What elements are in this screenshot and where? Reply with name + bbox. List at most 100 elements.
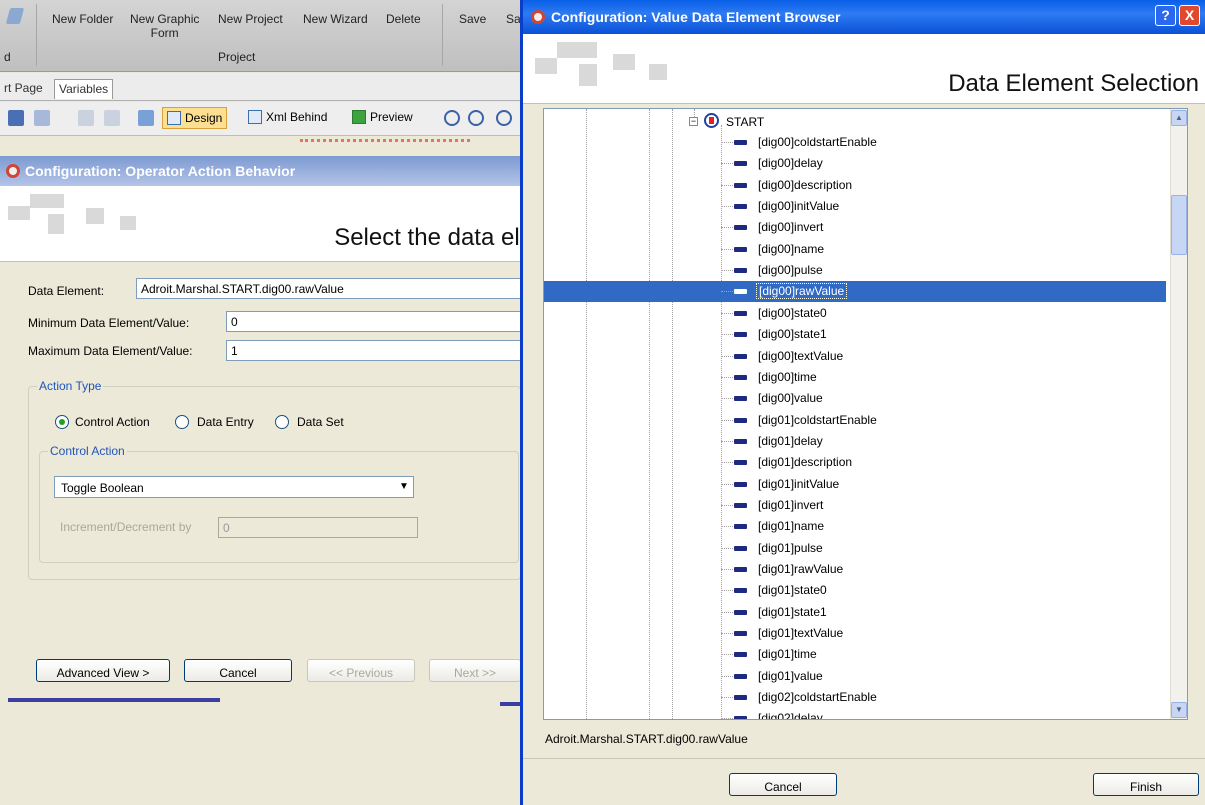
control-action-radio[interactable] [55,415,69,429]
tab-variables[interactable]: Variables [54,79,114,99]
tree-item-label: [dig00]time [758,369,817,384]
tree-item[interactable]: [dig00]state0 [544,303,1166,324]
operator-dialog-title: Configuration: Operator Action Behavior [25,163,296,179]
data-set-radio[interactable] [275,415,289,429]
tree-item[interactable]: [dig01]delay [544,431,1166,452]
property-icon [734,588,747,594]
operator-dialog-banner: Select the data ele [0,186,533,262]
tree-item[interactable]: [dig01]pulse [544,538,1166,559]
tree-item[interactable]: [dig01]description [544,452,1166,473]
preview-button[interactable]: Preview [348,107,417,129]
design-icon [167,111,181,125]
tree-item[interactable]: [dig02]delay [544,708,1166,719]
tree-item[interactable]: [dig00]pulse [544,260,1166,281]
save-cut-button[interactable]: Sa [506,12,521,26]
tree-item-label: [dig01]initValue [758,476,840,491]
grid-icon[interactable] [104,110,120,126]
cancel-button[interactable]: Cancel [184,659,292,682]
close-button[interactable]: X [1179,5,1200,26]
property-icon [734,695,747,701]
banner-decor [649,64,667,80]
save-button[interactable]: Save [459,12,486,26]
design-button[interactable]: Design [162,107,228,129]
ribbon: d New Folder New Graphic Form New Projec… [0,0,521,72]
graphic-icon[interactable] [138,110,154,126]
tab-start-page[interactable]: rt Page [0,79,47,99]
tree-item[interactable]: [dig01]initValue [544,474,1166,495]
property-icon [734,161,747,167]
tree-item-label: [dig01]pulse [758,540,823,555]
tree-item[interactable]: [dig01]rawValue [544,559,1166,580]
scroll-down-icon[interactable]: ▼ [1171,702,1187,718]
control-action-select[interactable]: Toggle Boolean ▼ [54,476,414,498]
tree-item[interactable]: [dig00]time [544,367,1166,388]
control-action-legend: Control Action [48,444,127,458]
tree-item[interactable]: [dig00]value [544,388,1166,409]
data-element-tree[interactable]: − START [dig00]coldstartEnable [dig00]del… [543,108,1188,720]
tree-item[interactable]: [dig01]value [544,666,1166,687]
zoom-icon[interactable] [496,110,512,126]
tree-connector [721,483,733,485]
help-button[interactable]: ? [1155,5,1176,26]
tree-connector [721,355,733,357]
new-graphic-form-button[interactable]: New Graphic Form [130,12,199,40]
xml-behind-button[interactable]: Xml Behind [244,107,331,129]
tree-connector [721,206,733,208]
tree-scrollbar[interactable]: ▲ ▼ [1170,109,1187,719]
tree-item[interactable]: [dig01]name [544,516,1166,537]
tree-item-label: [dig01]name [758,519,825,534]
operator-action-dialog: Configuration: Operator Action Behavior … [0,156,533,805]
browser-cancel-button[interactable]: Cancel [729,773,837,796]
data-element-field[interactable]: Adroit.Marshal.START.dig00.rawValue [136,278,521,299]
next-button[interactable]: Next >> [429,659,521,682]
pointer-icon[interactable] [34,110,50,126]
data-element-browser-dialog: Configuration: Value Data Element Browse… [520,0,1205,805]
control-action-radio-label: Control Action [75,415,150,429]
status-divider [8,698,220,702]
property-icon [734,438,747,444]
tree-item[interactable]: [dig01]textValue [544,623,1166,644]
max-value-label: Maximum Data Element/Value: [28,344,193,358]
tree-connector [721,675,733,677]
browser-dialog-title: Configuration: Value Data Element Browse… [551,9,841,25]
finish-button[interactable]: Finish [1093,773,1199,796]
tree-item[interactable]: [dig00]description [544,175,1166,196]
zoom-in-icon[interactable] [444,110,460,126]
zoom-out-icon[interactable] [468,110,484,126]
tree-item[interactable]: [dig00]delay [544,153,1166,174]
delete-button[interactable]: Delete [386,12,421,26]
min-value-field[interactable]: 0 [226,311,521,332]
align-icon[interactable] [78,110,94,126]
collapse-icon[interactable]: − [689,117,698,126]
new-project-button[interactable]: New Project [218,12,283,26]
scroll-thumb[interactable] [1171,195,1187,255]
advanced-view-button[interactable]: Advanced View > [36,659,170,682]
tree-item[interactable]: [dig00]state1 [544,324,1166,345]
max-value-field[interactable]: 1 [226,340,521,361]
tree-item[interactable]: [dig01]time [544,644,1166,665]
tree-item[interactable]: [dig01]state0 [544,580,1166,601]
data-entry-radio[interactable] [175,415,189,429]
tree-item[interactable]: [dig00]initValue [544,196,1166,217]
tree-item[interactable]: [dig00]textValue [544,346,1166,367]
tree-item[interactable]: [dig01]coldstartEnable [544,410,1166,431]
previous-button[interactable]: << Previous [307,659,415,682]
tree-item[interactable]: [dig01]state1 [544,602,1166,623]
banner-decor [535,58,557,74]
tree-item[interactable]: [dig00]name [544,239,1166,260]
tree-item[interactable]: [dig02]coldstartEnable [544,687,1166,708]
save-icon[interactable] [8,110,24,126]
new-wizard-button[interactable]: New Wizard [303,12,368,26]
property-icon [734,140,747,145]
tree-connector [721,142,733,143]
tree-item-selected[interactable]: [dig00]rawValue [544,281,1166,303]
increment-field[interactable]: 0 [218,517,418,538]
tree-item[interactable]: [dig01]invert [544,495,1166,516]
new-folder-button[interactable]: New Folder [52,12,113,26]
tree-root-start[interactable]: − START [544,110,1166,131]
scroll-up-icon[interactable]: ▲ [1171,110,1187,126]
tree-item-label: [dig01]rawValue [758,562,844,576]
tree-item[interactable]: [dig00]invert [544,217,1166,238]
tree-item-label: [dig00]state0 [758,305,827,320]
tree-item[interactable]: [dig00]coldstartEnable [544,132,1166,153]
